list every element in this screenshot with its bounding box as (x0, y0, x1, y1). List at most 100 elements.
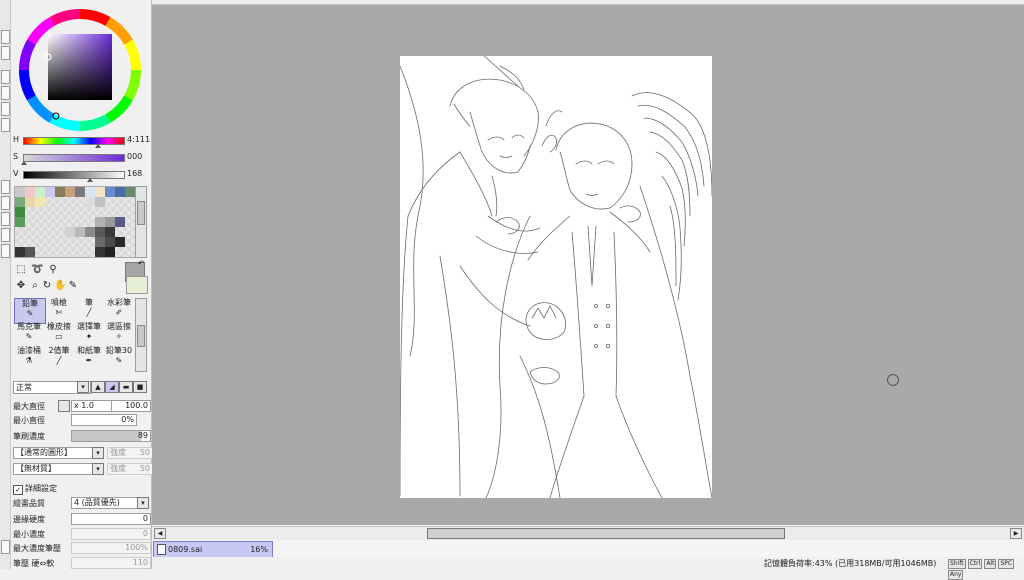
color-swatch[interactable] (25, 227, 35, 237)
document-tab[interactable]: 0809.sai 16% (153, 541, 273, 558)
saturation-slider[interactable]: S 000 (11, 152, 151, 165)
color-swatch[interactable] (75, 187, 85, 197)
color-swatch[interactable] (45, 207, 55, 217)
color-swatch[interactable] (115, 207, 125, 217)
color-swatch[interactable] (75, 207, 85, 217)
zoom-icon[interactable]: ⌕ (29, 280, 41, 292)
color-swatch[interactable] (105, 227, 115, 237)
brush-scrollbar[interactable] (135, 298, 147, 372)
tip-medium-button[interactable]: ◢ (105, 381, 119, 393)
color-swatch[interactable] (65, 217, 75, 227)
color-swatch[interactable] (105, 197, 115, 207)
color-swatch[interactable] (105, 207, 115, 217)
color-swatch[interactable] (35, 247, 45, 257)
color-swatch[interactable] (15, 227, 25, 237)
mini-tool-button[interactable] (1, 118, 10, 132)
color-swatch[interactable] (35, 237, 45, 247)
hue-bar[interactable] (23, 137, 125, 145)
color-swatch[interactable] (25, 237, 35, 247)
color-swatch[interactable] (65, 207, 75, 217)
color-swatch[interactable] (125, 197, 135, 207)
value-slider[interactable]: V 168 (11, 169, 151, 182)
color-swatch[interactable] (65, 227, 75, 237)
magic-wand-icon[interactable]: ⚲ (47, 264, 59, 276)
color-swatch[interactable] (95, 227, 105, 237)
rect-select-icon[interactable]: ⬚ (15, 264, 27, 276)
min-size-field[interactable]: 0% (71, 414, 137, 426)
color-swatch[interactable] (125, 207, 135, 217)
brush-slot[interactable]: 選擇筆 ✦ (74, 322, 104, 346)
color-swatch[interactable] (85, 227, 95, 237)
mini-tool-button[interactable] (1, 30, 10, 44)
mini-tool-button[interactable] (1, 228, 10, 242)
lasso-icon[interactable]: ➰ (31, 264, 43, 276)
color-swatch[interactable] (95, 187, 105, 197)
color-swatch[interactable] (125, 217, 135, 227)
canvas-horizontal-scrollbar[interactable]: ◀ ▶ (152, 526, 1024, 540)
color-swatch[interactable] (55, 237, 65, 247)
mini-tool-button[interactable] (1, 180, 10, 194)
brush-slot[interactable]: 馬克筆 ✎ (14, 322, 44, 346)
mini-tool-button[interactable] (1, 102, 10, 116)
rotate-icon[interactable]: ↻ (41, 280, 53, 292)
color-swatch[interactable] (95, 207, 105, 217)
color-swatch[interactable] (115, 227, 125, 237)
color-swatch[interactable] (75, 247, 85, 257)
color-swatch[interactable] (35, 197, 45, 207)
color-swatch[interactable] (45, 217, 55, 227)
color-swatch[interactable] (45, 187, 55, 197)
scroll-left-icon[interactable]: ◀ (154, 528, 166, 539)
color-swatch[interactable] (75, 227, 85, 237)
mini-tool-button[interactable] (1, 86, 10, 100)
color-swatch[interactable] (115, 217, 125, 227)
move-icon[interactable]: ✥ (15, 280, 27, 292)
color-swatch[interactable] (95, 217, 105, 227)
value-handle[interactable] (87, 178, 93, 182)
saturation-bar[interactable] (23, 154, 125, 162)
color-swatch[interactable] (25, 217, 35, 227)
advanced-checkbox[interactable]: ✓ (13, 485, 23, 495)
quality-dropdown-button[interactable]: ▾ (137, 497, 149, 509)
color-swatch[interactable] (85, 247, 95, 257)
color-swatch[interactable] (35, 187, 45, 197)
color-swatch[interactable] (55, 197, 65, 207)
color-swatch[interactable] (125, 247, 135, 257)
color-swatch[interactable] (25, 247, 35, 257)
brush-slot[interactable]: 橡皮擦 ▭ (44, 322, 74, 346)
color-swatch[interactable] (95, 197, 105, 207)
color-swatch[interactable] (55, 247, 65, 257)
scroll-right-icon[interactable]: ▶ (1010, 528, 1022, 539)
brush-slot[interactable]: 鉛筆 ✎ (14, 298, 46, 324)
brush-slot[interactable]: 噴槍 ✄ (44, 298, 74, 322)
tip-flat-button[interactable]: ■ (133, 381, 147, 393)
color-swatch[interactable] (105, 247, 115, 257)
color-swatch[interactable] (25, 207, 35, 217)
texture-dropdown-button[interactable]: ▾ (92, 463, 104, 475)
color-swatch[interactable] (105, 217, 115, 227)
color-swatch[interactable] (75, 217, 85, 227)
color-swatch[interactable] (115, 237, 125, 247)
color-swatch[interactable] (75, 197, 85, 207)
mini-tool-button[interactable] (1, 540, 10, 554)
color-swatch[interactable] (85, 217, 95, 227)
color-swatch[interactable] (25, 187, 35, 197)
mini-tool-button[interactable] (1, 212, 10, 226)
brush-slot[interactable]: 水彩筆 ✐ (104, 298, 134, 322)
color-swatch[interactable] (65, 237, 75, 247)
size-multiplier-field[interactable]: x 1.0 (71, 400, 115, 412)
color-swatch[interactable] (35, 207, 45, 217)
color-swatch[interactable] (45, 247, 55, 257)
color-swatch[interactable] (95, 237, 105, 247)
horizontal-scroll-thumb[interactable] (427, 528, 785, 539)
color-swatch[interactable] (15, 217, 25, 227)
mini-tool-button[interactable] (1, 46, 10, 60)
color-swatch[interactable] (15, 187, 25, 197)
brush-slot[interactable]: 鉛筆30 ✎ (104, 346, 134, 370)
mini-tool-button[interactable] (1, 196, 10, 210)
eyedropper-icon[interactable]: ✎ (67, 280, 79, 292)
color-swatch[interactable] (85, 207, 95, 217)
swatch-palette[interactable] (14, 186, 136, 258)
color-swatch[interactable] (105, 237, 115, 247)
mini-tool-button[interactable] (1, 70, 10, 84)
tip-sharp-button[interactable]: ▲ (91, 381, 105, 393)
